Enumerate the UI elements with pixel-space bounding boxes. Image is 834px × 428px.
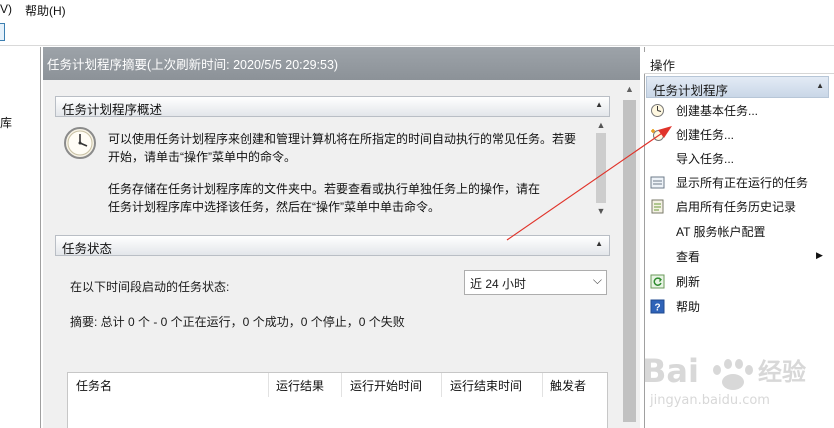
clock-icon <box>64 127 96 159</box>
column-divider[interactable] <box>542 373 543 397</box>
svg-text:Bai: Bai <box>642 352 699 390</box>
menu-bar: V) 帮助(H) <box>0 0 834 20</box>
action-label: 查看 <box>676 250 701 264</box>
summary-header: 任务计划程序摘要(上次刷新时间: 2020/5/5 20:29:53) <box>43 47 640 80</box>
action-help[interactable]: ? 帮助 <box>649 296 827 318</box>
action-view[interactable]: 查看 <box>649 246 827 268</box>
column-header-task-name[interactable]: 任务名 <box>76 377 112 394</box>
action-label: 创建基本任务... <box>676 104 759 118</box>
period-label: 在以下时间段启动的任务状态: <box>70 280 230 294</box>
action-create-basic-task[interactable]: 创建基本任务... <box>649 100 827 122</box>
toolbar-button[interactable] <box>0 23 5 41</box>
period-select[interactable]: 近 24 小时 ⌵ <box>464 270 607 295</box>
action-label: 显示所有正在运行的任务 <box>676 176 809 190</box>
overview-text-line: 任务计划程序库中选择该任务，然后在“操作”菜单中单击命令。 <box>108 200 440 214</box>
overview-text-line: 开始，请单击“操作”菜单中的命令。 <box>108 150 296 164</box>
status-summary: 摘要: 总计 0 个 - 0 个正在运行，0 个成功，0 个停止，0 个失败 <box>70 315 405 329</box>
basic-task-wizard-icon <box>649 102 665 118</box>
action-label: AT 服务帐户配置 <box>676 225 766 239</box>
status-title: 任务状态 <box>62 242 113 256</box>
chevron-down-icon: ⌵ <box>592 273 602 287</box>
action-label: 导入任务... <box>676 152 735 166</box>
svg-text:jingyan.baidu.com: jingyan.baidu.com <box>649 393 770 408</box>
collapse-icon[interactable]: ▲ <box>595 100 603 109</box>
menu-help[interactable]: 帮助(H) <box>25 2 66 19</box>
column-header-trigger[interactable]: 触发者 <box>550 377 586 394</box>
period-value: 近 24 小时 <box>470 277 527 291</box>
column-divider[interactable] <box>441 373 442 397</box>
svg-text:?: ? <box>654 302 660 313</box>
actions-group-label: 任务计划程序 <box>653 84 729 98</box>
tasks-table[interactable] <box>67 372 608 428</box>
collapse-icon[interactable]: ▲ <box>816 81 824 90</box>
help-icon: ? <box>649 298 665 314</box>
action-label: 启用所有任务历史记录 <box>676 200 797 214</box>
submenu-arrow-icon[interactable]: ▶ <box>816 250 823 261</box>
action-label: 帮助 <box>676 300 701 314</box>
column-header-run-end[interactable]: 运行结束时间 <box>450 377 522 394</box>
scroll-up-icon[interactable]: ▲ <box>621 84 638 98</box>
baidu-watermark-logo: Bai 经验 jingyan.baidu.com <box>642 352 806 408</box>
column-header-run-result[interactable]: 运行结果 <box>276 377 324 394</box>
overview-section-header[interactable]: 任务计划程序概述 ▲ <box>55 96 610 117</box>
overview-title: 任务计划程序概述 <box>62 103 163 117</box>
action-label: 刷新 <box>676 275 701 289</box>
action-refresh[interactable]: 刷新 <box>649 271 827 293</box>
overview-text-line: 任务存储在任务计划程序库的文件夹中。若要查看或执行单独任务上的操作，请在 <box>108 182 541 196</box>
action-label: 创建任务... <box>676 128 735 142</box>
actions-title: 操作 <box>644 52 834 74</box>
column-header-run-start[interactable]: 运行开始时间 <box>350 377 422 394</box>
toolbar <box>0 20 834 46</box>
navigation-tree <box>0 47 41 428</box>
menu-view[interactable]: V) <box>0 2 12 16</box>
svg-text:经验: 经验 <box>758 358 806 386</box>
annotation-arrow-icon <box>506 126 672 241</box>
refresh-icon <box>649 273 665 289</box>
column-divider[interactable] <box>268 373 269 397</box>
column-divider[interactable] <box>341 373 342 397</box>
actions-group-header[interactable]: 任务计划程序 ▲ <box>646 76 829 98</box>
tree-item-task-library[interactable]: 库 <box>0 114 12 131</box>
